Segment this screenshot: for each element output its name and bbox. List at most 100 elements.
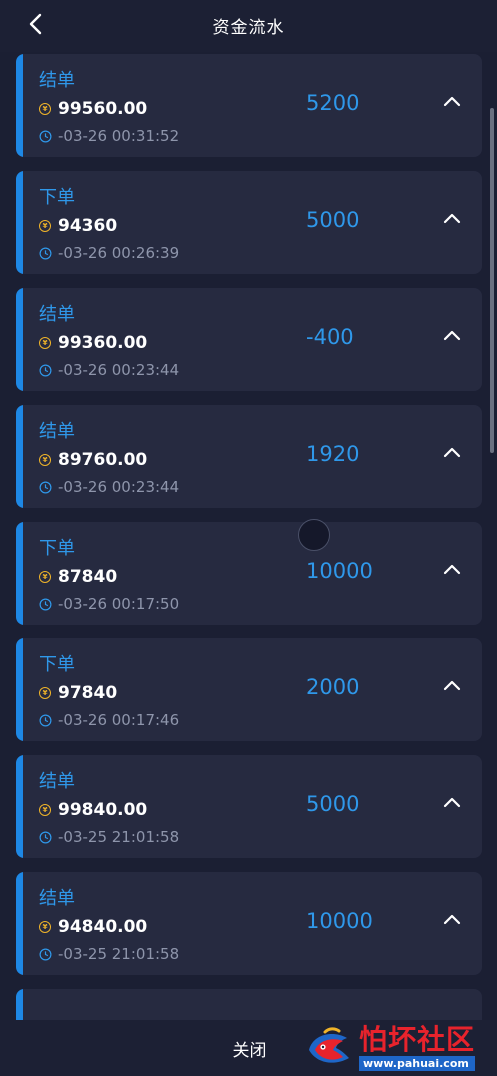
transaction-time: -03-26 00:23:44	[58, 361, 180, 379]
transaction-type: 结单	[39, 771, 75, 792]
transaction-time: -03-26 00:17:50	[58, 595, 180, 613]
back-button[interactable]	[22, 10, 50, 38]
time-row: -03-26 00:31:52	[39, 127, 179, 145]
transaction-amount: 5000	[306, 208, 360, 232]
transaction-card: 结单 ¥ 99840.00 -03-25 21:01:58 5000	[16, 755, 482, 858]
transaction-amount: 5200	[306, 91, 360, 115]
balance-row: ¥ 99360.00	[39, 333, 147, 353]
balance-value: 94360	[58, 216, 118, 236]
transaction-card: 结单 ¥ 99360.00 -03-26 00:23:44 -400	[16, 288, 482, 391]
card-accent-bar	[16, 171, 23, 274]
balance-value: 89760.00	[58, 450, 148, 470]
card-accent-bar	[16, 989, 23, 1020]
watermark-text: 怕坏社区 www.pahuai.com	[359, 1023, 476, 1071]
balance-value: 99840.00	[58, 800, 148, 820]
transaction-type: 结单	[39, 888, 75, 909]
transaction-card: 下单 ¥ 94360 -03-26 00:26:39 5000	[16, 171, 482, 274]
balance-row: ¥ 99840.00	[39, 800, 147, 820]
transaction-card: 下单 ¥ 97840 -03-26 00:17:46 2000	[16, 638, 482, 741]
chevron-up-icon[interactable]	[442, 678, 462, 692]
coin-icon: ¥	[39, 220, 51, 232]
transaction-amount: 5000	[306, 792, 360, 816]
clock-icon	[39, 247, 52, 259]
chevron-up-icon[interactable]	[442, 445, 462, 459]
watermark-title: 怕坏社区	[359, 1023, 476, 1056]
balance-value: 99360.00	[58, 333, 148, 353]
coin-icon: ¥	[39, 454, 51, 466]
watermark-url: www.pahuai.com	[359, 1056, 476, 1071]
balance-value: 87840	[58, 567, 118, 587]
chevron-up-icon[interactable]	[442, 328, 462, 342]
balance-row: ¥ 94840.00	[39, 917, 147, 937]
transaction-time: -03-25 21:01:58	[58, 828, 180, 846]
transaction-card: 结单 ¥ 89760.00 -03-26 00:23:44 1920	[16, 405, 482, 508]
watermark: 怕坏社区 www.pahuai.com	[303, 1020, 497, 1076]
card-accent-bar	[16, 872, 23, 975]
fund-flow-screen: 资金流水 结单 ¥ 99560.00 -03-26 00:31:52 5200 …	[0, 0, 497, 1076]
time-row: -03-25 21:01:58	[39, 828, 179, 846]
clock-icon	[39, 364, 52, 376]
clock-icon	[39, 130, 52, 142]
balance-row: ¥ 94360	[39, 216, 117, 236]
balance-row: ¥ 97840	[39, 683, 117, 703]
coin-icon: ¥	[39, 103, 51, 115]
header: 资金流水	[0, 0, 497, 52]
transaction-type: 结单	[39, 70, 75, 91]
clock-icon	[39, 598, 52, 610]
chevron-up-icon[interactable]	[442, 795, 462, 809]
balance-row: ¥ 87840	[39, 567, 117, 587]
page-title: 资金流水	[212, 17, 285, 38]
touch-indicator	[298, 519, 330, 551]
coin-icon: ¥	[39, 921, 51, 933]
transaction-time: -03-26 00:23:44	[58, 478, 180, 496]
transaction-amount: 10000	[306, 909, 373, 933]
chevron-up-icon[interactable]	[442, 211, 462, 225]
clock-icon	[39, 831, 52, 843]
coin-icon: ¥	[39, 337, 51, 349]
chevron-up-icon[interactable]	[442, 94, 462, 108]
balance-value: 97840	[58, 683, 118, 703]
transaction-type: 结单	[39, 421, 75, 442]
card-accent-bar	[16, 755, 23, 858]
coin-icon: ¥	[39, 687, 51, 699]
chevron-up-icon[interactable]	[442, 912, 462, 926]
card-accent-bar	[16, 638, 23, 741]
fish-logo-icon	[309, 1027, 349, 1063]
chevron-left-icon	[29, 13, 42, 35]
card-accent-bar	[16, 54, 23, 157]
transaction-amount: -400	[306, 325, 354, 349]
time-row: -03-26 00:23:44	[39, 478, 179, 496]
transaction-card-partial	[16, 989, 482, 1020]
coin-icon: ¥	[39, 571, 51, 583]
time-row: -03-26 00:26:39	[39, 244, 179, 262]
transaction-type: 下单	[39, 187, 75, 208]
card-accent-bar	[16, 522, 23, 625]
time-row: -03-25 21:01:58	[39, 945, 179, 963]
transaction-amount: 2000	[306, 675, 360, 699]
time-row: -03-26 00:17:50	[39, 595, 179, 613]
transaction-time: -03-26 00:31:52	[58, 127, 180, 145]
balance-row: ¥ 89760.00	[39, 450, 147, 470]
transaction-card: 结单 ¥ 99560.00 -03-26 00:31:52 5200	[16, 54, 482, 157]
transaction-time: -03-26 00:26:39	[58, 244, 180, 262]
transaction-type: 下单	[39, 654, 75, 675]
transaction-list[interactable]: 结单 ¥ 99560.00 -03-26 00:31:52 5200 下单 ¥ …	[0, 52, 497, 1020]
clock-icon	[39, 948, 52, 960]
clock-icon	[39, 481, 52, 493]
transaction-amount: 10000	[306, 559, 373, 583]
transaction-time: -03-25 21:01:58	[58, 945, 180, 963]
chevron-up-icon[interactable]	[442, 562, 462, 576]
transaction-card: 结单 ¥ 94840.00 -03-25 21:01:58 10000	[16, 872, 482, 975]
transaction-type: 结单	[39, 304, 75, 325]
balance-row: ¥ 99560.00	[39, 99, 147, 119]
time-row: -03-26 00:17:46	[39, 711, 179, 729]
transaction-amount: 1920	[306, 442, 360, 466]
close-button[interactable]: 关闭	[233, 1036, 267, 1061]
transaction-time: -03-26 00:17:46	[58, 711, 180, 729]
card-accent-bar	[16, 405, 23, 508]
transaction-card: 下单 ¥ 87840 -03-26 00:17:50 10000	[16, 522, 482, 625]
balance-value: 99560.00	[58, 99, 148, 119]
time-row: -03-26 00:23:44	[39, 361, 179, 379]
balance-value: 94840.00	[58, 917, 148, 937]
scrollbar[interactable]	[490, 108, 494, 453]
